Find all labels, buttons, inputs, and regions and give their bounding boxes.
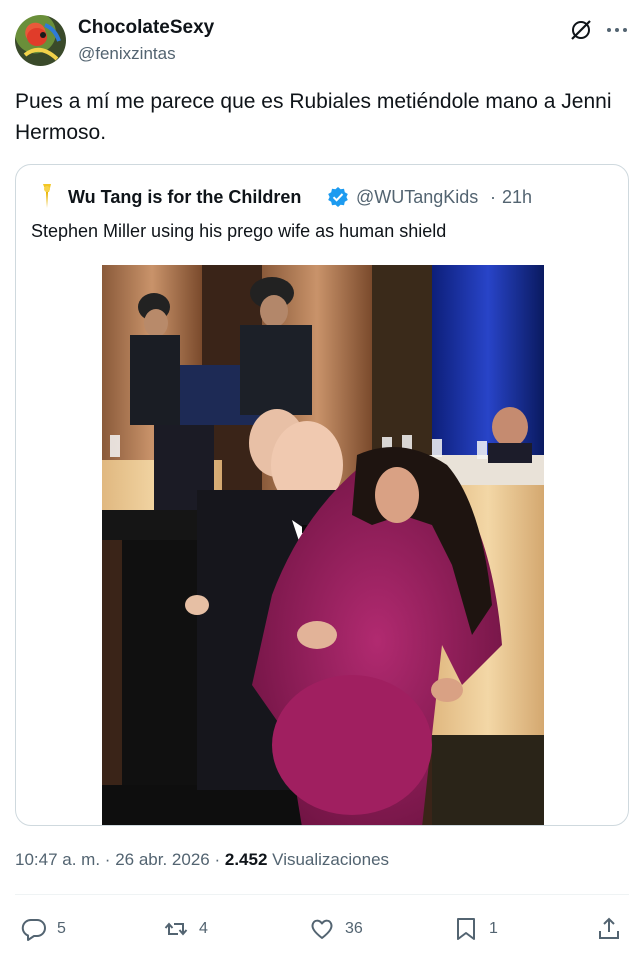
author-handle[interactable]: @fenixzintas	[78, 44, 176, 64]
bookmark-button[interactable]: 1	[453, 915, 498, 943]
reply-button[interactable]: 5	[21, 915, 66, 943]
author-name[interactable]: ChocolateSexy	[78, 17, 214, 39]
quoted-author-name[interactable]: Wu Tang is for the Children	[68, 187, 301, 208]
share-icon	[599, 917, 619, 939]
verified-icon	[327, 186, 349, 208]
meta-separator: ·	[104, 850, 111, 869]
bookmark-count: 1	[489, 920, 498, 937]
tweet-meta: 10:47 a. m. · 26 abr. 2026 · 2.452 Visua…	[15, 850, 389, 870]
views-count: 2.452	[224, 850, 268, 869]
tweet: ChocolateSexy @fenixzintas Pues a mí me …	[0, 0, 643, 959]
quoted-tweet[interactable]: Wu Tang is for the Children @WUTangKids …	[15, 164, 629, 826]
quoted-timestamp[interactable]: 21h	[502, 187, 532, 208]
reply-count: 5	[57, 920, 66, 937]
tweet-text: Pues a mí me parece que es Rubiales meti…	[15, 90, 612, 144]
like-count: 36	[345, 920, 363, 937]
more-icon[interactable]	[604, 18, 630, 42]
like-button[interactable]: 36	[309, 915, 363, 943]
tweet-date[interactable]: 26 abr. 2026	[115, 850, 210, 869]
quoted-separator: ·	[490, 187, 496, 207]
share-button[interactable]	[596, 915, 622, 943]
quoted-author-handle[interactable]: @WUTangKids	[356, 187, 478, 208]
repost-icon	[164, 922, 188, 936]
meta-separator: ·	[214, 850, 221, 869]
grok-icon[interactable]	[569, 18, 593, 42]
divider	[15, 894, 629, 895]
views-label: Visualizaciones	[272, 850, 390, 869]
quoted-text: Stephen Miller using his prego wife as h…	[31, 221, 447, 241]
like-icon	[311, 919, 333, 939]
quoted-avatar[interactable]	[35, 182, 59, 210]
repost-button[interactable]: 4	[163, 915, 208, 943]
reply-icon	[21, 918, 46, 941]
tweet-time[interactable]: 10:47 a. m.	[15, 850, 100, 869]
repost-count: 4	[199, 920, 208, 937]
bookmark-icon	[457, 918, 475, 940]
quoted-photo[interactable]	[102, 265, 544, 825]
avatar[interactable]	[15, 15, 66, 66]
